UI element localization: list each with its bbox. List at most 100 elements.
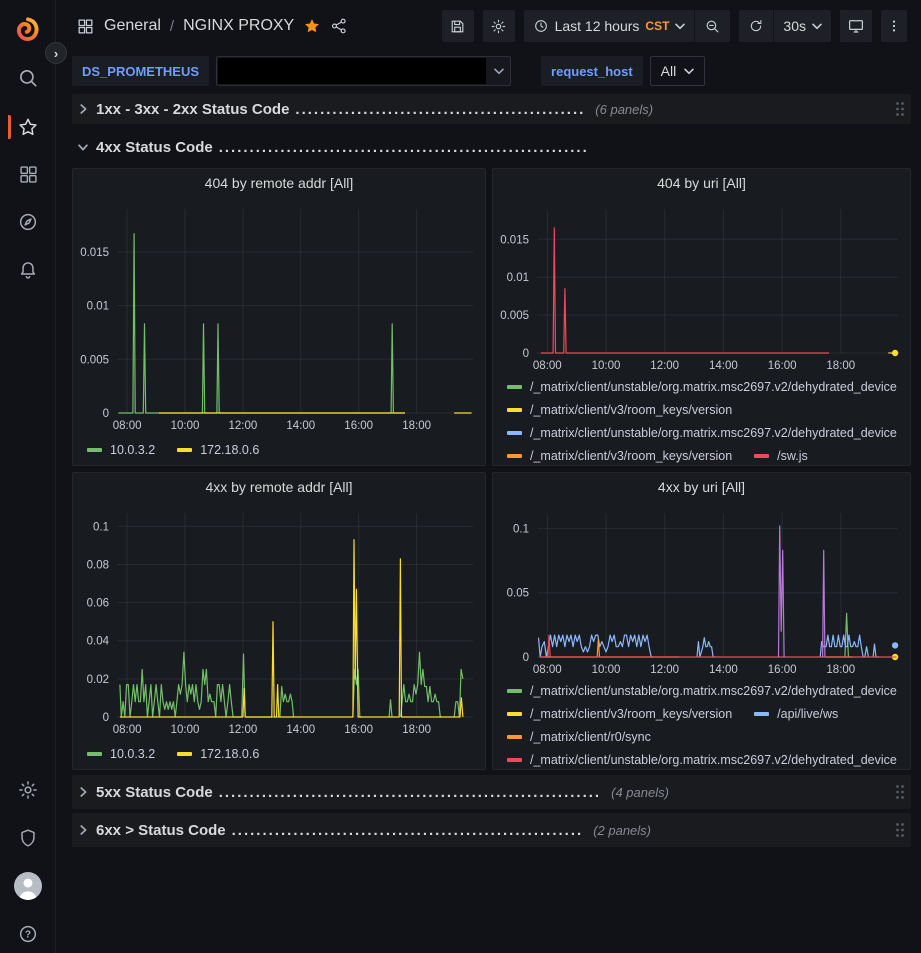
series-color-swatch <box>754 712 769 716</box>
legend-item[interactable]: /_matrix/client/v3/room_keys/version <box>507 449 732 463</box>
row-title-dots: ........................................… <box>219 139 589 156</box>
tv-display-icon <box>847 17 865 35</box>
svg-text:0.005: 0.005 <box>80 354 109 366</box>
sidebar-item-server-admin[interactable] <box>8 818 48 858</box>
legend-item[interactable]: /_matrix/client/unstable/org.matrix.msc2… <box>507 753 897 767</box>
dashboard-title[interactable]: NGINX PROXY <box>183 17 294 35</box>
chart-canvas[interactable]: 08:0010:0012:0014:0016:0018:0000.0050.01… <box>493 197 910 375</box>
refresh-button[interactable] <box>739 10 773 42</box>
panel-title[interactable]: 404 by uri [All] <box>493 169 910 197</box>
legend-item[interactable]: /api/live/ws <box>754 707 838 721</box>
save-dashboard-button[interactable] <box>442 10 474 42</box>
row-header-4xx[interactable]: 4xx Status Code ........................… <box>72 132 911 162</box>
legend-item[interactable]: /_matrix/client/v3/room_keys/version <box>507 403 732 417</box>
svg-text:10:00: 10:00 <box>171 724 200 736</box>
svg-text:10:00: 10:00 <box>171 420 200 432</box>
user-avatar <box>13 871 43 901</box>
sidebar-item-help[interactable]: ? <box>8 914 48 953</box>
chart-canvas[interactable]: 08:0010:0012:0014:0016:0018:0000.020.040… <box>73 501 485 739</box>
row-drag-handle[interactable] <box>895 784 905 800</box>
row-panel-count: (4 panels) <box>611 785 669 800</box>
datasource-variable-label[interactable]: DS_PROMETHEUS <box>72 56 209 86</box>
dashboard-canvas: 1xx - 3xx - 2xx Status Code ............… <box>56 90 921 953</box>
refresh-interval-value: 30s <box>783 18 806 34</box>
panel-title[interactable]: 4xx by remote addr [All] <box>73 473 485 501</box>
svg-text:12:00: 12:00 <box>650 360 679 372</box>
panel-legend: /_matrix/client/unstable/org.matrix.msc2… <box>493 679 910 770</box>
svg-text:0.1: 0.1 <box>93 521 109 533</box>
kebab-menu-icon <box>886 18 902 34</box>
series-name: /_matrix/client/unstable/org.matrix.msc2… <box>530 426 897 440</box>
series-color-swatch <box>177 752 192 756</box>
legend-item[interactable]: /sw.js <box>754 449 808 463</box>
series-name: 172.18.0.6 <box>200 443 259 457</box>
caret-down-icon <box>494 68 504 75</box>
sidebar-item-configuration[interactable] <box>8 770 48 810</box>
configuration-gear-icon <box>17 779 39 801</box>
svg-text:0: 0 <box>103 408 109 420</box>
legend-item[interactable]: 10.0.3.2 <box>87 443 155 457</box>
row-drag-handle[interactable] <box>895 101 905 117</box>
datasource-variable-dropdown[interactable] <box>216 56 511 86</box>
legend-item[interactable]: /_matrix/client/unstable/org.matrix.msc2… <box>507 426 897 440</box>
zoom-out-time-button[interactable] <box>695 10 730 42</box>
sidebar-item-dashboards[interactable] <box>8 154 48 194</box>
panel-4xx-by-uri: 4xx by uri [All] 08:0010:0012:0014:0016:… <box>492 472 911 770</box>
legend-item[interactable]: 172.18.0.6 <box>177 747 259 761</box>
breadcrumb-folder[interactable]: General <box>104 17 161 35</box>
sidebar-item-starred[interactable] <box>8 107 48 147</box>
grafana-logo[interactable] <box>8 10 48 50</box>
sidebar-expand-button[interactable]: › <box>45 42 67 64</box>
svg-text:0.05: 0.05 <box>507 588 529 600</box>
row-drag-handle[interactable] <box>895 822 905 838</box>
svg-text:10:00: 10:00 <box>592 360 621 372</box>
row-title-dots: ........................................… <box>232 822 584 839</box>
chart-canvas[interactable]: 08:0010:0012:0014:0016:0018:0000.0050.01… <box>73 197 485 435</box>
share-icon[interactable] <box>330 17 348 35</box>
legend-item[interactable]: /_matrix/client/v3/room_keys/version <box>507 707 732 721</box>
sidebar-item-profile[interactable] <box>8 866 48 906</box>
save-icon <box>449 18 466 35</box>
request-host-variable-dropdown[interactable]: All <box>650 56 706 86</box>
sidebar-item-explore[interactable] <box>8 202 48 242</box>
svg-text:0.1: 0.1 <box>513 523 529 535</box>
svg-text:18:00: 18:00 <box>826 664 855 676</box>
legend-item[interactable]: 172.18.0.6 <box>177 443 259 457</box>
row-title: 6xx > Status Code <box>96 822 226 839</box>
request-host-variable-label[interactable]: request_host <box>541 56 643 86</box>
refresh-picker-group: 30s <box>739 10 831 42</box>
svg-text:0.01: 0.01 <box>87 301 109 313</box>
caret-down-icon <box>812 23 822 30</box>
sidebar-item-search[interactable] <box>8 58 48 98</box>
row-header-6xx[interactable]: 6xx > Status Code ......................… <box>72 813 911 847</box>
sidebar-item-alerting[interactable] <box>8 250 48 290</box>
kebab-menu-button[interactable] <box>881 10 907 42</box>
legend-item[interactable]: /_matrix/client/r0/sync <box>507 730 651 744</box>
series-name: /sw.js <box>777 449 808 463</box>
svg-text:0.015: 0.015 <box>500 234 529 246</box>
panel-404-by-uri: 404 by uri [All] 08:0010:0012:0014:0016:… <box>492 168 911 466</box>
panel-title[interactable]: 404 by remote addr [All] <box>73 169 485 197</box>
row-panel-count: (2 panels) <box>593 823 651 838</box>
clock-icon <box>533 18 549 34</box>
panel-title[interactable]: 4xx by uri [All] <box>493 473 910 501</box>
chevron-right-icon <box>76 785 90 799</box>
chart-canvas[interactable]: 08:0010:0012:0014:0016:0018:0000.050.1 <box>493 501 910 679</box>
svg-text:08:00: 08:00 <box>533 360 562 372</box>
favorite-star-icon[interactable] <box>303 17 321 35</box>
time-range-picker[interactable]: Last 12 hours CST <box>524 10 695 42</box>
svg-text:0.02: 0.02 <box>87 674 109 686</box>
search-icon <box>17 67 39 89</box>
refresh-interval-dropdown[interactable]: 30s <box>774 10 831 42</box>
svg-text:0.04: 0.04 <box>87 636 110 648</box>
legend-item[interactable]: 10.0.3.2 <box>87 747 155 761</box>
cycle-view-mode-button[interactable] <box>840 10 872 42</box>
legend-item[interactable]: /_matrix/client/unstable/org.matrix.msc2… <box>507 684 897 698</box>
svg-text:08:00: 08:00 <box>533 664 562 676</box>
dashboard-settings-button[interactable] <box>483 10 515 42</box>
legend-item[interactable]: /_matrix/client/unstable/org.matrix.msc2… <box>507 380 897 394</box>
row-header-5xx[interactable]: 5xx Status Code ........................… <box>72 775 911 809</box>
row-header-1xx-3xx-2xx[interactable]: 1xx - 3xx - 2xx Status Code ............… <box>72 94 911 124</box>
request-host-variable-value: All <box>661 63 677 79</box>
chevron-right-icon <box>76 102 90 116</box>
